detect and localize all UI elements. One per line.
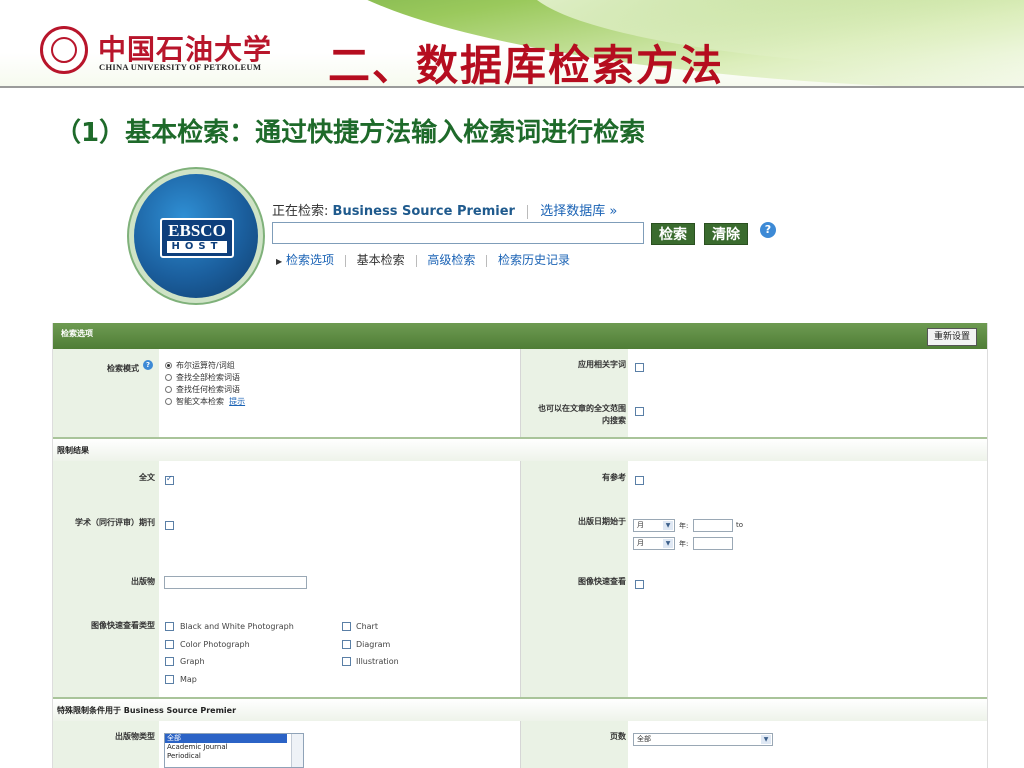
- separator: [415, 254, 417, 267]
- search-history-link[interactable]: 检索历史记录: [498, 253, 570, 267]
- references-label: 有参考: [602, 473, 626, 482]
- university-name-en: CHINA UNIVERSITY OF PETROLEUM: [99, 62, 262, 72]
- image-quick-view-checkbox[interactable]: [635, 580, 644, 589]
- header-divider: [0, 86, 1024, 88]
- scholarly-label: 学术（同行评审）期刊: [75, 518, 155, 527]
- advanced-search-link[interactable]: 高级检索: [427, 253, 475, 267]
- pages-select[interactable]: 全部 ▼: [633, 733, 773, 746]
- separator: [486, 254, 488, 267]
- list-item[interactable]: Periodical: [165, 752, 303, 761]
- month-from-select[interactable]: 月 ▼: [633, 519, 675, 532]
- references-checkbox[interactable]: [635, 476, 644, 485]
- map-label: Map: [180, 675, 197, 684]
- fulltext-search-label-1: 也可以在文章的全文范围: [538, 404, 626, 413]
- search-input[interactable]: [272, 222, 644, 244]
- scrollbar[interactable]: [291, 734, 303, 767]
- ebsco-logo-text: EBSCO: [168, 221, 226, 240]
- year-label: 年:: [679, 522, 689, 530]
- triangle-right-icon: ▶: [276, 257, 283, 266]
- year-to-field[interactable]: [693, 537, 733, 550]
- radio-icon[interactable]: [165, 374, 172, 381]
- radio-icon[interactable]: [165, 398, 172, 405]
- pub-type-label: 出版物类型: [115, 732, 155, 741]
- pub-type-listbox[interactable]: 全部 Academic Journal Periodical: [164, 733, 304, 768]
- diagram-label: Diagram: [356, 640, 391, 649]
- help-icon[interactable]: ?: [760, 222, 776, 238]
- mode-option[interactable]: 查找全部检索词语: [165, 372, 240, 383]
- separator: [344, 254, 346, 267]
- slide-header: 中国石油大学 CHINA UNIVERSITY OF PETROLEUM 二、数…: [0, 0, 1024, 88]
- search-mode-links: ▶ 检索选项 基本检索 高级检索 检索历史记录: [276, 251, 570, 268]
- image-quick-view-label: 图像快速查看: [578, 577, 626, 586]
- image-types-label: 图像快速查看类型: [91, 621, 155, 630]
- search-options-panel: 检索选项 重新设置 检索模式 ? 布尔运算符/词组 查找全部检索词语 查找任何检…: [52, 323, 988, 768]
- scholarly-checkbox[interactable]: [165, 521, 174, 530]
- special-limiters-title: 特殊限制条件用于 Business Source Premier: [57, 706, 237, 715]
- apply-related-label: 应用相关字词: [578, 360, 626, 369]
- list-item[interactable]: 全部: [165, 734, 287, 743]
- graph-checkbox[interactable]: [165, 657, 174, 666]
- reset-button[interactable]: 重新设置: [926, 328, 977, 346]
- column-divider: [520, 721, 521, 768]
- publication-field[interactable]: [164, 576, 307, 589]
- panel-title: 检索选项: [61, 329, 93, 338]
- limit-results-title: 限制结果: [57, 446, 89, 455]
- basic-search-link[interactable]: 基本检索: [357, 253, 405, 267]
- color-photo-checkbox[interactable]: [165, 640, 174, 649]
- bw-photo-label: Black and White Photograph: [180, 622, 294, 631]
- illustration-checkbox[interactable]: [342, 657, 351, 666]
- choose-database-link[interactable]: 选择数据库 »: [540, 204, 617, 219]
- slide-subtitle: （1）基本检索：通过快捷方法输入检索词进行检索: [55, 118, 646, 148]
- to-label: to: [736, 521, 744, 529]
- help-icon[interactable]: ?: [143, 360, 153, 370]
- illustration-label: Illustration: [356, 657, 399, 666]
- publication-label: 出版物: [131, 577, 155, 586]
- university-seal-icon: [40, 26, 88, 74]
- separator: [527, 204, 529, 219]
- label-column: [53, 721, 159, 768]
- hint-link[interactable]: 提示: [229, 397, 245, 406]
- year-from-field[interactable]: [693, 519, 733, 532]
- year-label: 年:: [679, 540, 689, 548]
- search-options-link[interactable]: 检索选项: [286, 253, 334, 267]
- mode-option[interactable]: 查找任何检索词语: [165, 384, 240, 395]
- fulltext-search-label-2: 内搜索: [602, 416, 626, 425]
- slide-title: 二、数据库检索方法: [328, 41, 725, 88]
- map-checkbox[interactable]: [165, 675, 174, 684]
- fulltext-checkbox[interactable]: [165, 474, 174, 485]
- apply-related-checkbox[interactable]: [635, 363, 644, 372]
- color-photo-label: Color Photograph: [180, 640, 250, 649]
- searching-label: 正在检索:: [272, 204, 329, 219]
- chart-checkbox[interactable]: [342, 622, 351, 631]
- pages-label: 页数: [610, 732, 626, 741]
- search-mode-label: 检索模式: [107, 364, 139, 373]
- host-logo-text: HOST: [167, 241, 227, 253]
- radio-icon[interactable]: [165, 362, 172, 369]
- fulltext-label: 全文: [139, 473, 155, 482]
- graph-label: Graph: [180, 657, 205, 666]
- label-column: [520, 721, 628, 768]
- searching-in-line: 正在检索: Business Source Premier 选择数据库 »: [272, 200, 617, 219]
- chart-label: Chart: [356, 622, 378, 631]
- column-divider: [520, 461, 521, 697]
- month-to-select[interactable]: 月 ▼: [633, 537, 675, 550]
- search-button[interactable]: 检索: [651, 223, 695, 245]
- database-name: Business Source Premier: [332, 204, 515, 219]
- column-divider: [520, 349, 521, 437]
- pub-date-label: 出版日期始于: [578, 517, 626, 526]
- panel-title-bar: 检索选项 重新设置: [53, 323, 987, 349]
- mode-option[interactable]: 智能文本检索 提示: [165, 396, 245, 407]
- radio-icon[interactable]: [165, 386, 172, 393]
- special-limiters-bar: 特殊限制条件用于 Business Source Premier: [53, 697, 987, 721]
- clear-button[interactable]: 清除: [704, 223, 748, 245]
- fulltext-search-checkbox[interactable]: [635, 407, 644, 416]
- ebsco-logo: EBSCO HOST: [160, 218, 234, 258]
- mode-option[interactable]: 布尔运算符/词组: [165, 360, 235, 371]
- diagram-checkbox[interactable]: [342, 640, 351, 649]
- limit-results-bar: 限制结果: [53, 437, 987, 461]
- bw-photo-checkbox[interactable]: [165, 622, 174, 631]
- list-item[interactable]: Academic Journal: [165, 743, 303, 752]
